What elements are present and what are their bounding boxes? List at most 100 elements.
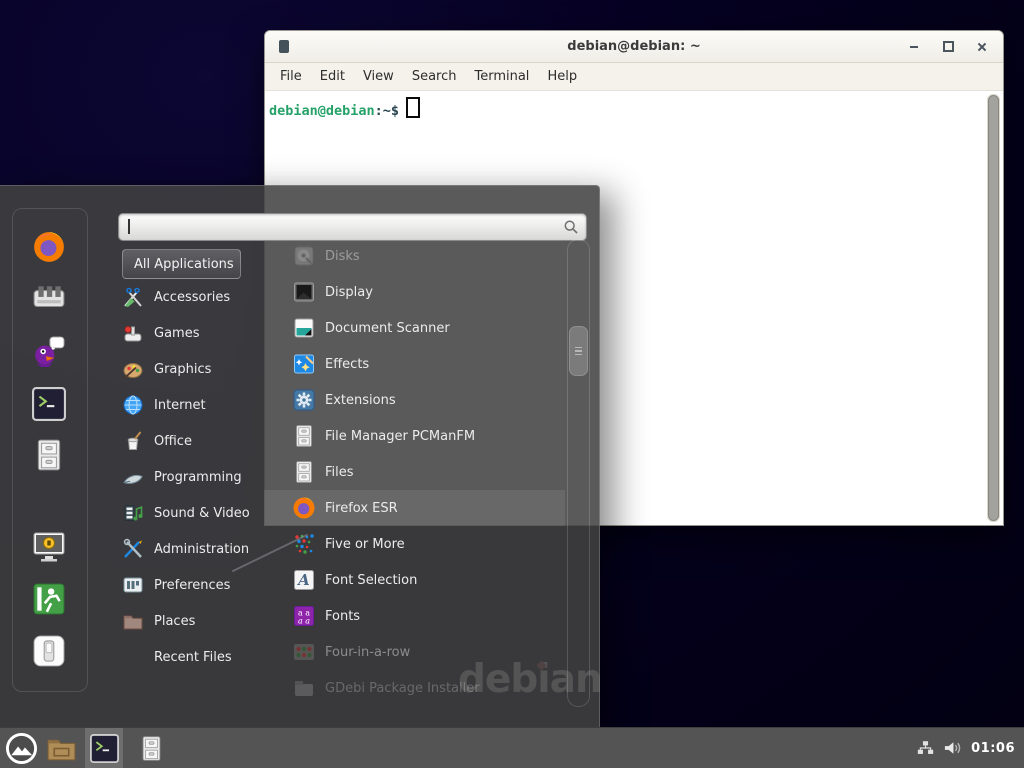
category-label: Sound & Video [154,506,250,521]
app-list-scrollbar[interactable] [567,239,590,707]
close-button[interactable] [973,38,991,56]
menu-circle-icon [5,732,38,765]
terminal-titlebar[interactable]: debian@debian: ~ [265,31,1003,63]
menu-terminal[interactable]: Terminal [465,63,538,90]
category-preferences[interactable]: Preferences [122,567,282,603]
taskbar-menu-button[interactable] [0,728,42,768]
volume-icon[interactable] [943,740,962,756]
category-label: Programming [154,470,242,485]
category-sound-video[interactable]: Sound & Video [122,495,282,531]
app-label: File Manager PCManFM [325,429,475,444]
app-fonts[interactable]: a aa a Fonts [264,598,565,634]
app-effects[interactable]: Effects [264,346,565,382]
package-installer-icon [292,676,316,700]
taskbar-clock[interactable]: 01:06 [971,741,1015,756]
lock-screen-icon [32,530,66,564]
category-office[interactable]: Office [122,423,282,459]
pidgin-icon [32,335,66,369]
favorite-file-manager[interactable] [32,438,66,472]
menu-search[interactable]: Search [403,63,466,90]
favorite-shutdown[interactable] [32,634,66,668]
category-label: Places [154,614,195,629]
app-label: Five or More [325,537,405,552]
administration-icon [122,538,144,560]
app-label: Fonts [325,609,360,624]
maximize-icon [943,41,954,52]
taskbar-files-button[interactable] [132,728,170,768]
terminal-menubar: File Edit View Search Terminal Help [265,63,1003,91]
category-administration[interactable]: Administration [122,531,282,567]
app-gdebi-package-installer[interactable]: GDebi Package Installer [264,670,565,706]
extensions-icon [292,388,316,412]
search-icon [563,219,579,235]
favorite-settings[interactable] [32,281,66,315]
menu-help[interactable]: Help [538,63,586,90]
minimize-icon [910,46,918,48]
favorite-lock-screen[interactable] [32,530,66,564]
terminal-scrollbar-thumb[interactable] [988,95,999,521]
svg-text:a a: a a [298,617,310,626]
svg-text:A: A [296,571,310,589]
internet-icon [122,394,144,416]
app-display[interactable]: Display [264,274,565,310]
app-document-scanner[interactable]: Document Scanner [264,310,565,346]
taskbar-terminal-button[interactable] [85,728,123,768]
favorite-log-out[interactable] [32,582,66,616]
file-cabinet-icon [32,438,66,472]
file-cabinet-icon [138,735,165,762]
app-extensions[interactable]: Extensions [264,382,565,418]
category-programming[interactable]: Programming [122,459,282,495]
logout-icon [32,582,66,616]
app-five-or-more[interactable]: Five or More [264,526,565,562]
category-label: Accessories [154,290,230,305]
app-list-scrollbar-thumb[interactable] [569,326,588,376]
category-recent-files[interactable]: Recent Files [122,639,282,675]
menu-view[interactable]: View [354,63,403,90]
terminal-icon [90,734,119,763]
app-label: Firefox ESR [325,501,398,516]
prompt-suffix: :~$ [375,103,399,119]
games-icon [122,322,144,344]
category-internet[interactable]: Internet [122,387,282,423]
app-files[interactable]: Files [264,454,565,490]
all-applications-button[interactable]: All Applications [122,249,241,279]
preferences-icon [122,574,144,596]
category-label: Games [154,326,199,341]
category-label: Office [154,434,192,449]
maximize-button[interactable] [939,38,957,56]
firefox-icon [292,496,316,520]
network-icon[interactable] [917,740,934,756]
category-accessories[interactable]: Accessories [122,279,282,315]
desktop: debian debian@debian: ~ File Edit View S… [0,0,1024,768]
favorite-terminal[interactable] [32,387,66,421]
minimize-button[interactable] [905,38,923,56]
favorite-firefox[interactable] [32,230,66,264]
terminal-cursor [406,97,420,118]
category-places[interactable]: Places [122,603,282,639]
menu-edit[interactable]: Edit [311,63,354,90]
app-font-selection[interactable]: A Font Selection [264,562,565,598]
taskbar-file-manager-button[interactable] [42,728,80,768]
sound-video-icon [122,502,144,524]
category-graphics[interactable]: Graphics [122,351,282,387]
category-games[interactable]: Games [122,315,282,351]
application-list: Disks Display Document Scanner Effects E… [264,238,565,706]
search-box [118,213,587,241]
graphics-icon [122,358,144,380]
file-cabinet-icon [292,424,316,448]
app-disks[interactable]: Disks [264,238,565,274]
app-firefox-esr[interactable]: Firefox ESR [264,490,565,526]
app-label: Document Scanner [325,321,450,336]
close-icon [977,42,987,52]
app-four-in-a-row[interactable]: Four-in-a-row [264,634,565,670]
app-file-manager-pcmanfm[interactable]: File Manager PCManFM [264,418,565,454]
app-label: Files [325,465,354,480]
app-label: Effects [325,357,369,372]
menu-file[interactable]: File [271,63,311,90]
category-label: Graphics [154,362,211,377]
settings-mixer-icon [32,281,66,315]
favorite-pidgin[interactable] [32,335,66,369]
terminal-scrollbar[interactable] [987,94,1000,522]
disks-icon [292,244,316,268]
search-input[interactable] [129,216,558,238]
